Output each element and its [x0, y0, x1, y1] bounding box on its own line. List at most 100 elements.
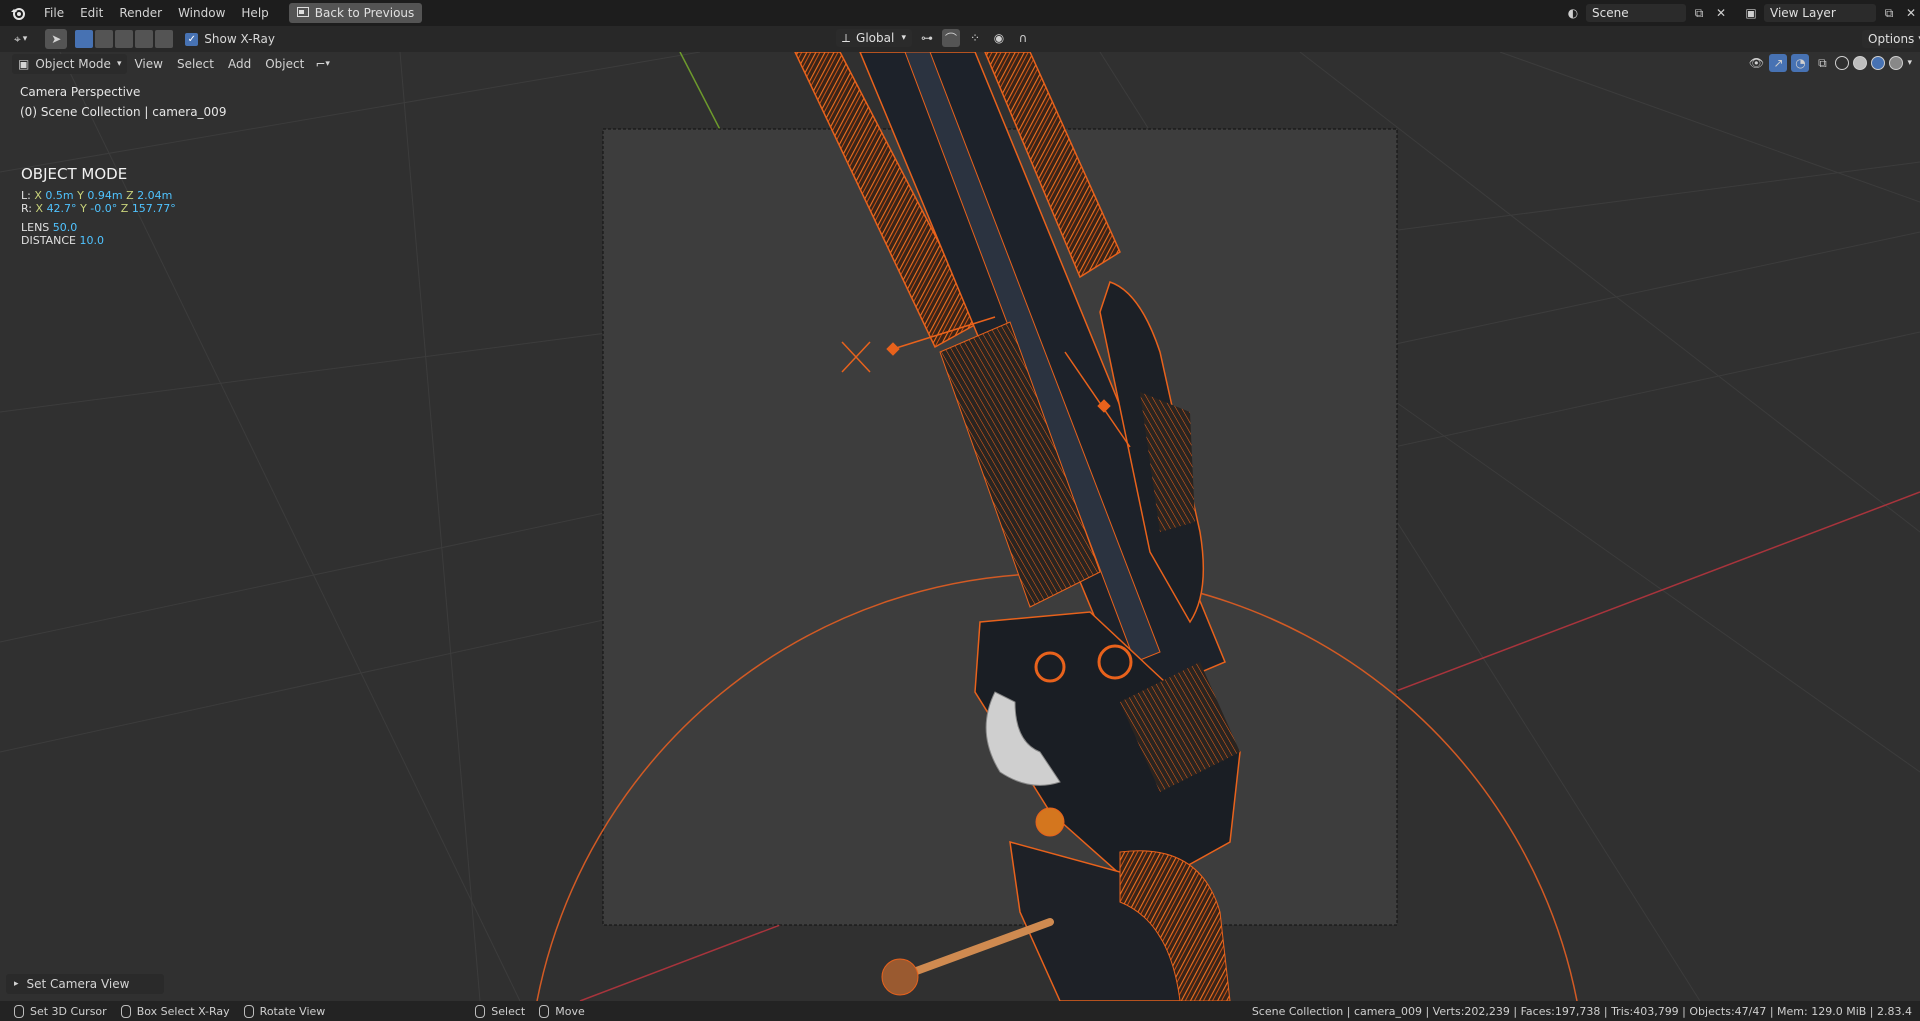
camera-perspective-label: Camera Perspective: [20, 85, 141, 99]
viewport-menu-object[interactable]: Object: [258, 57, 311, 71]
select-invert-icon[interactable]: [135, 30, 154, 48]
xray-label: Show X-Ray: [204, 32, 275, 46]
wireframe-shading-icon[interactable]: [1835, 56, 1850, 70]
last-operator-panel[interactable]: ▸ Set Camera View: [6, 974, 164, 994]
cursor-icon: ➤: [51, 32, 62, 46]
back-button-label: Back to Previous: [314, 6, 415, 20]
gizmo-toggle-icon[interactable]: ↗: [1769, 54, 1788, 72]
orientation-icon: ⟂: [842, 30, 851, 45]
selection-mode-group: [75, 30, 174, 48]
rotation-x: 42.7°: [46, 202, 77, 215]
rotation-y-axis: Y: [80, 202, 87, 215]
screw-handle: [896, 918, 1054, 981]
material-shading-icon[interactable]: [1871, 56, 1886, 70]
mouse-drag-icon: [539, 1004, 550, 1018]
status-item-label: Set 3D Cursor: [30, 1004, 107, 1018]
object-mode-title: OBJECT MODE: [21, 165, 128, 183]
overlay-toggle-icon[interactable]: ◔: [1791, 54, 1810, 72]
rotation-z: 157.77°: [131, 202, 176, 215]
menu-file[interactable]: File: [36, 0, 72, 26]
last-operator-label: Set Camera View: [26, 977, 130, 991]
menu-help[interactable]: Help: [233, 0, 276, 26]
scene-icon[interactable]: ◐: [1564, 4, 1582, 22]
viewport-menu-view[interactable]: View: [127, 57, 169, 71]
rotation-y: -0.0°: [90, 202, 118, 215]
location-z: 2.04m: [137, 189, 173, 202]
mouse-left-icon: [475, 1004, 486, 1018]
rotation-prefix: R:: [21, 202, 33, 215]
menu-edit[interactable]: Edit: [72, 0, 111, 26]
object-mode-label: Object Mode: [35, 57, 111, 71]
viewport-menu-select[interactable]: Select: [170, 57, 221, 71]
back-to-previous-button[interactable]: Back to Previous: [288, 3, 423, 23]
mouse-left-icon: [14, 1004, 24, 1018]
rotation-readout: R: X 42.7° Y -0.0° Z 157.77°: [21, 202, 176, 215]
scene-controls: ◐ Scene ⧉ ✕ ▣ View Layer ⧉ ✕: [1564, 0, 1920, 26]
status-bar: Set 3D Cursor Box Select X-Ray Rotate Vi…: [0, 1001, 1920, 1021]
select-new-icon[interactable]: [75, 30, 94, 48]
remove-view-layer-icon[interactable]: ✕: [1902, 4, 1920, 22]
scene-name-field[interactable]: Scene: [1586, 4, 1686, 22]
view-layer-field[interactable]: View Layer: [1764, 4, 1876, 22]
blender-logo-icon[interactable]: [0, 0, 36, 26]
lens-value: 50.0: [52, 221, 78, 234]
duplicate-view-layer-icon[interactable]: ⧉: [1880, 4, 1898, 22]
transform-affect-dropdown[interactable]: ⌐ ▾: [311, 54, 334, 74]
3d-viewport[interactable]: Camera Perspective (0) Scene Collection …: [0, 52, 1920, 1001]
location-y: 0.94m: [87, 189, 123, 202]
chevron-down-icon: ▾: [325, 59, 330, 69]
back-icon: [296, 6, 309, 20]
xray-checkbox[interactable]: ✓: [185, 32, 199, 46]
snap-target-icon[interactable]: ⁘: [966, 29, 984, 47]
xray-toggle-icon[interactable]: ⧉: [1813, 54, 1831, 72]
menu-render[interactable]: Render: [111, 0, 170, 26]
mouse-middle-icon: [243, 1004, 254, 1018]
menu-window[interactable]: Window: [170, 0, 233, 26]
status-item-label: Move: [555, 1004, 585, 1018]
status-rotate-view: Rotate View: [243, 1004, 326, 1018]
proportional-edit-icon[interactable]: ◉: [990, 29, 1008, 47]
pivot-point-icon[interactable]: ⊶: [918, 29, 936, 47]
top-menubar: File Edit Render Window Help Back to Pre…: [0, 0, 1920, 26]
tool-header: ⌖ ▾ ➤ ✓ Show X-Ray ⟂ Global ▾ ⊶ ⌒ ⁘ ◉ ∩ O…: [0, 26, 1920, 52]
object-mode-icon: ▣: [18, 57, 30, 71]
mouse-drag-icon: [120, 1004, 131, 1018]
select-subtract-icon[interactable]: [115, 30, 134, 48]
handle-knob: [881, 958, 919, 996]
viewport-header: ▣ Object Mode ▾ View Select Add Object ⌐…: [0, 52, 1920, 76]
view-layer-icon[interactable]: ▣: [1742, 4, 1760, 22]
location-y-axis: Y: [77, 189, 84, 202]
remove-scene-icon[interactable]: ✕: [1712, 4, 1730, 22]
chevron-down-icon[interactable]: ▾: [1907, 58, 1912, 68]
editor-type-icon: ⌖: [14, 31, 21, 46]
chevron-down-icon: ▾: [22, 34, 28, 44]
location-prefix: L:: [21, 189, 31, 202]
viewport-display-controls: 👁 ↗ ◔ ⧉ ▾: [1747, 54, 1912, 72]
select-extend-icon[interactable]: [95, 30, 114, 48]
options-dropdown[interactable]: Options ▾: [1862, 30, 1920, 48]
editor-type-dropdown[interactable]: ⌖ ▾: [10, 29, 31, 49]
snap-toggle-icon[interactable]: ⌒: [942, 29, 960, 47]
status-item-label: Rotate View: [259, 1004, 326, 1018]
scene-statistics: Scene Collection | camera_009 | Verts:20…: [1251, 1004, 1912, 1018]
visibility-icon[interactable]: 👁: [1747, 54, 1765, 72]
distance-readout: DISTANCE 10.0: [21, 234, 104, 247]
select-intersect-icon[interactable]: [155, 30, 174, 48]
rendered-shading-icon[interactable]: [1889, 56, 1904, 70]
object-mode-dropdown[interactable]: ▣ Object Mode ▾: [12, 54, 128, 74]
duplicate-scene-icon[interactable]: ⧉: [1690, 4, 1708, 22]
distance-label: DISTANCE: [21, 234, 76, 247]
select-tool-button[interactable]: ➤: [45, 29, 68, 49]
rotation-x-axis: X: [35, 202, 44, 215]
location-z-axis: Z: [126, 189, 134, 202]
chevron-down-icon: ▾: [901, 33, 906, 43]
solid-shading-icon[interactable]: [1853, 56, 1868, 70]
chevron-down-icon: ▾: [116, 59, 122, 69]
transform-orientation-dropdown[interactable]: ⟂ Global ▾: [836, 29, 912, 47]
viewport-menu-add[interactable]: Add: [221, 57, 258, 71]
location-x: 0.5m: [45, 189, 74, 202]
status-item-label: Select: [491, 1004, 526, 1018]
chevron-right-icon: ▸: [14, 979, 19, 989]
status-move: Move: [539, 1004, 585, 1018]
falloff-icon[interactable]: ∩: [1014, 29, 1032, 47]
